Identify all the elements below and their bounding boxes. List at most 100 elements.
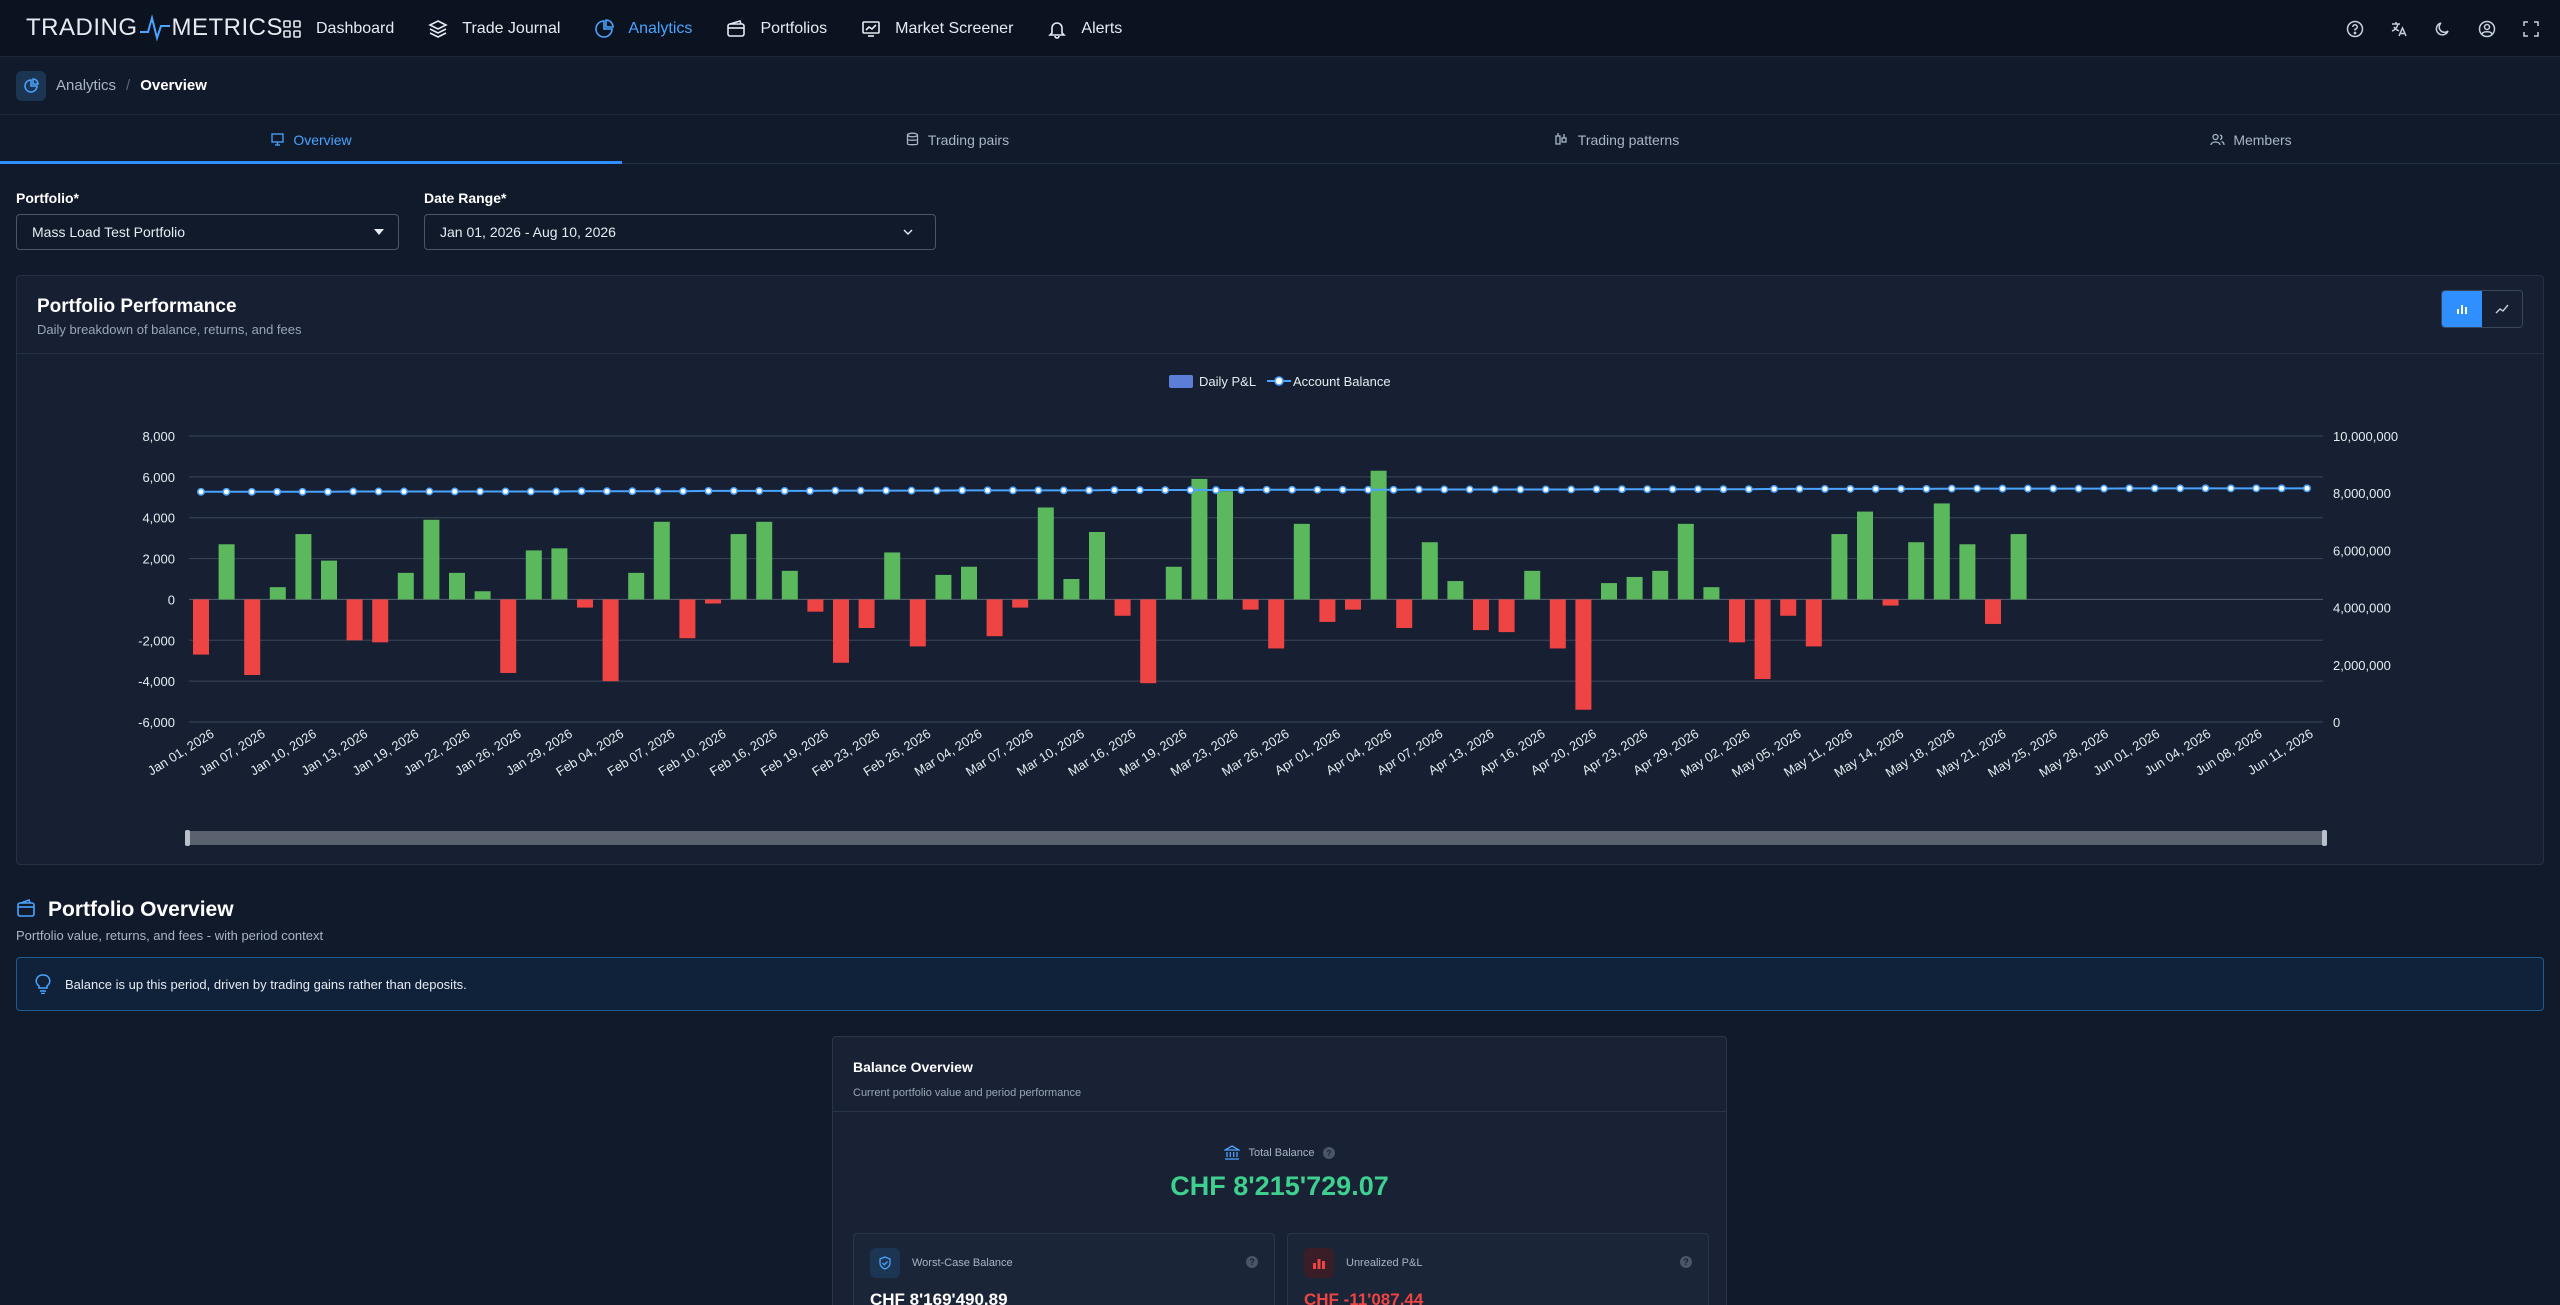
balance-point	[298, 487, 307, 496]
tab-members[interactable]: Members	[1942, 116, 2560, 163]
insight-banner: Balance is up this period, driven by tra…	[16, 957, 2544, 1011]
pnl-bar	[1012, 599, 1029, 608]
balance-point	[400, 487, 408, 496]
unrealized-help-icon[interactable]: ?	[1680, 1256, 1692, 1268]
pnl-bar	[1729, 599, 1745, 643]
pnl-bar	[1268, 599, 1285, 649]
tab-trading-pairs[interactable]: Trading pairs	[622, 116, 1292, 163]
y-left-tick-label: -2,000	[138, 633, 175, 648]
date-range-label: Date Range*	[424, 190, 507, 206]
pnl-bar	[1652, 570, 1669, 600]
y-left-tick-label: -6,000	[138, 715, 175, 730]
pnl-bar	[2010, 534, 2027, 600]
pnl-bar	[781, 570, 798, 600]
pnl-bar	[244, 599, 261, 676]
unrealized-label: Unrealized P&L	[1346, 1257, 1423, 1269]
logo-text-right: METRICS	[171, 14, 283, 41]
balance-point	[2176, 484, 2185, 493]
date-range-picker[interactable]: Jan 01, 2026 - Aug 10, 2026	[424, 214, 936, 250]
nav-dashboard[interactable]: Dashboard	[282, 19, 394, 39]
balance-point	[1262, 485, 1271, 494]
balance-point	[1643, 485, 1652, 494]
balance-line	[201, 487, 2307, 493]
pnl-bar	[833, 599, 849, 663]
tab-trading-patterns[interactable]: Trading patterns	[1292, 116, 1942, 163]
pnl-bar	[1524, 570, 1541, 600]
nav-portfolios-label: Portfolios	[760, 19, 828, 37]
total-balance-label-row: Total Balance ?	[833, 1145, 1726, 1161]
nav-alerts[interactable]: Alerts	[1047, 19, 1122, 39]
logo-text-left: TRADING	[26, 14, 138, 41]
portfolio-select[interactable]: Mass Load Test Portfolio	[16, 214, 399, 250]
balance-point	[374, 487, 383, 496]
top-navbar: TRADING METRICS Dashboard Trade Journal …	[0, 0, 2560, 57]
nav-trade-journal[interactable]: Trade Journal	[428, 19, 560, 39]
balance-point	[1085, 486, 1094, 495]
balance-point	[1059, 486, 1068, 495]
logo[interactable]: TRADING METRICS	[26, 14, 283, 42]
zoom-slider-handle-right[interactable]	[2322, 830, 2327, 846]
balance-point	[729, 486, 738, 495]
balance-point	[882, 486, 891, 495]
nav-portfolios[interactable]: Portfolios	[726, 19, 827, 39]
translate-icon[interactable]	[2390, 20, 2408, 38]
pnl-bar	[986, 599, 1003, 637]
pattern-icon	[1555, 133, 1567, 145]
breadcrumb-separator: /	[126, 77, 131, 94]
balance-point	[2100, 484, 2108, 493]
pnl-bar	[1626, 576, 1643, 600]
worst-case-help-icon[interactable]: ?	[1246, 1256, 1258, 1268]
y-right-tick-label: 2,000,000	[2333, 658, 2391, 673]
balance-point	[1541, 485, 1550, 494]
help-circle-icon[interactable]: ?	[1322, 1147, 1335, 1159]
pnl-bar	[1908, 542, 1925, 600]
pnl-bar	[1473, 599, 1489, 631]
nav-analytics[interactable]: Analytics	[594, 18, 692, 39]
fullscreen-icon[interactable]	[2522, 20, 2540, 38]
nav-market-screener[interactable]: Market Screener	[861, 19, 1013, 39]
pnl-bar	[1063, 579, 1080, 600]
pnl-bar	[653, 521, 670, 600]
presentation-icon	[271, 133, 284, 146]
grid-icon	[283, 19, 301, 38]
balance-point	[2074, 484, 2083, 493]
balance-point	[1161, 486, 1170, 495]
legend-marker-account-balance	[1274, 376, 1284, 386]
help-icon[interactable]	[2346, 20, 2364, 38]
moon-icon[interactable]	[2434, 20, 2452, 38]
balance-point	[1211, 486, 1220, 495]
account-icon[interactable]	[2478, 20, 2496, 38]
database-icon	[906, 132, 919, 146]
balance-point	[247, 487, 256, 496]
balance-point	[1820, 484, 1829, 493]
zoom-slider-track[interactable]	[185, 831, 2327, 845]
pnl-bar	[449, 572, 465, 600]
y-right-tick-label: 6,000,000	[2333, 543, 2391, 558]
pnl-bar	[1857, 511, 1873, 600]
bar-chart-red-icon	[1304, 1248, 1334, 1278]
pnl-bar	[193, 599, 209, 655]
breadcrumb-section[interactable]: Analytics	[56, 77, 116, 94]
pnl-bar	[1677, 523, 1694, 600]
balance-point	[1288, 485, 1297, 494]
balance-point	[476, 487, 485, 496]
balance-subtitle: Current portfolio value and period perfo…	[853, 1087, 1082, 1099]
zoom-slider-handle-left[interactable]	[185, 830, 190, 846]
balance-point	[1947, 484, 1956, 493]
balance-point	[1770, 484, 1779, 493]
balance-point	[907, 486, 916, 495]
balance-point	[1719, 485, 1728, 494]
pnl-bar	[269, 587, 286, 600]
pnl-bar	[1191, 478, 1208, 600]
balance-point	[1414, 485, 1423, 494]
balance-point	[2049, 484, 2058, 493]
wallet-icon	[727, 19, 746, 37]
balance-point	[831, 486, 840, 495]
tab-overview[interactable]: Overview	[0, 116, 622, 164]
y-left-tick-label: 0	[168, 592, 175, 607]
wallet-outline-icon	[17, 899, 35, 917]
pnl-bar	[756, 521, 773, 600]
balance-point	[856, 486, 865, 495]
performance-chart[interactable]: 8,000 6,000 4,000 2,000 0 -2,000 -4,000 -6,000 1…	[17, 276, 2545, 866]
balance-point	[1567, 485, 1576, 494]
